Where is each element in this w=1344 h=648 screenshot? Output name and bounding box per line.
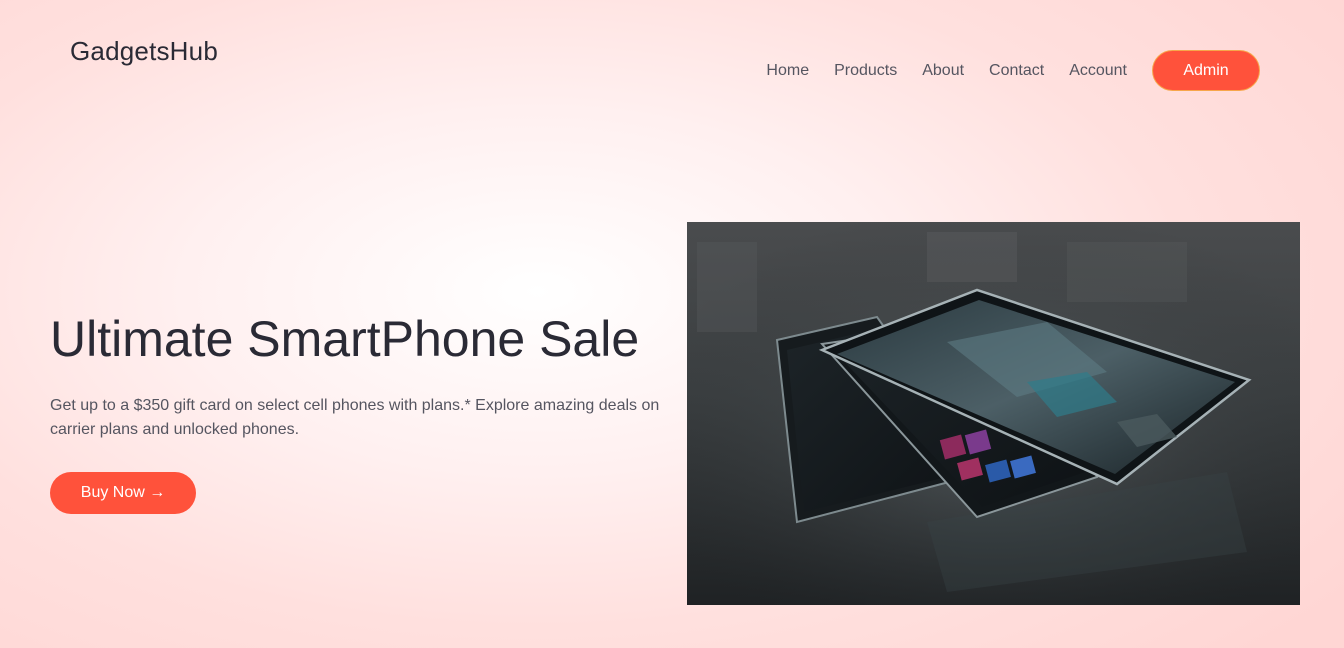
site-logo[interactable]: GadgetsHub [70,36,218,67]
hero-description: Get up to a $350 gift card on select cel… [50,397,660,438]
buy-now-button[interactable]: Buy Now → [50,472,196,514]
nav-contact[interactable]: Contact [989,62,1044,80]
main-nav: Home Products About Contact Account Admi… [766,50,1260,91]
nav-products[interactable]: Products [834,62,897,80]
hero-image [687,222,1300,605]
nav-about[interactable]: About [922,62,964,80]
hero-title: Ultimate SmartPhone Sale [50,311,640,367]
admin-button[interactable]: Admin [1152,50,1260,91]
nav-home[interactable]: Home [766,62,809,80]
nav-account[interactable]: Account [1069,62,1127,80]
